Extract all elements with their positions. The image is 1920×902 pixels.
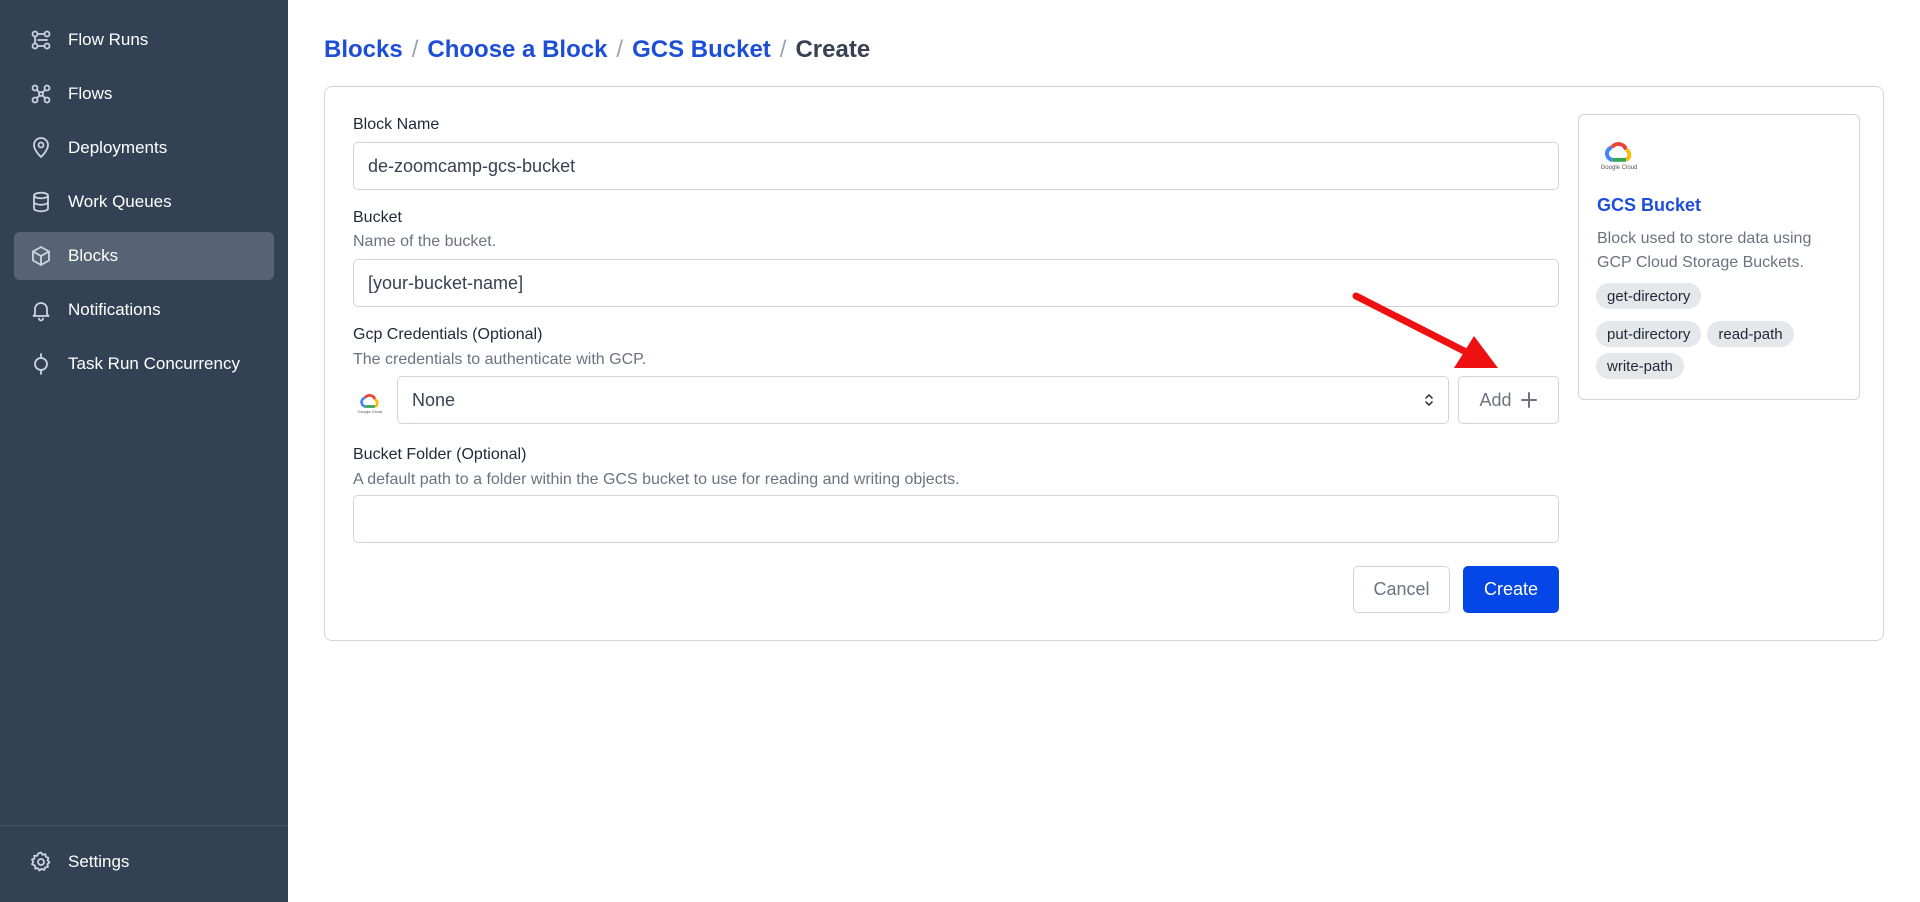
sidebar-item-deployments[interactable]: Deployments <box>14 124 274 172</box>
sidebar-item-label: Work Queues <box>68 192 172 211</box>
block-type-description: Block used to store data using GCP Cloud… <box>1597 230 1812 271</box>
capability-tags: get-directory put-directory read-path wr… <box>1596 283 1851 379</box>
bell-icon <box>28 297 54 323</box>
breadcrumb-link-blocks[interactable]: Blocks <box>324 36 403 64</box>
sidebar-item-notifications[interactable]: Notifications <box>14 286 274 334</box>
bucket-folder-label: Bucket Folder (Optional) <box>353 446 527 463</box>
sidebar-item-label: Settings <box>68 852 130 871</box>
database-icon <box>28 189 54 215</box>
gcp-credentials-selected-value: None <box>412 389 456 410</box>
capability-tag: get-directory <box>1596 283 1702 309</box>
bucket-folder-help-text: A default path to a folder within the GC… <box>353 471 960 488</box>
sidebar-item-label: Deployments <box>68 138 168 157</box>
sidebar-item-work-queues[interactable]: Work Queues <box>14 178 274 226</box>
breadcrumb-link-gcs-bucket[interactable]: GCS Bucket <box>632 36 771 64</box>
annotation-arrow-icon <box>1352 292 1498 368</box>
block-name-input[interactable] <box>353 142 1559 190</box>
gear-icon <box>28 849 54 875</box>
sidebar-item-flow-runs[interactable]: Flow Runs <box>14 16 274 64</box>
sidebar-nav: Flow Runs Flows Deployments Work Queues … <box>14 16 274 394</box>
breadcrumb: Blocks / Choose a Block / GCS Bucket / C… <box>324 36 870 64</box>
breadcrumb-separator: / <box>779 36 787 63</box>
chevron-up-down-icon <box>1425 394 1433 406</box>
sidebar-item-label: Blocks <box>68 246 119 265</box>
google-cloud-logo-icon: Google Cloud <box>1599 141 1639 181</box>
block-info-panel: Google Cloud GCS Bucket Block used to st… <box>1578 114 1860 400</box>
block-name-label: Block Name <box>353 116 440 133</box>
flows-icon <box>28 81 54 107</box>
google-cloud-logo-text: Google Cloud <box>357 408 383 414</box>
bucket-label: Bucket <box>353 209 402 226</box>
sidebar-item-settings[interactable]: Settings <box>14 838 274 886</box>
capability-tag: put-directory <box>1596 321 1702 347</box>
block-form-card: Block Name Bucket Name of the bucket. Gc… <box>324 86 1884 641</box>
google-cloud-logo-icon: Google Cloud <box>353 386 387 420</box>
bucket-folder-input[interactable] <box>353 495 1559 543</box>
flow-runs-icon <box>28 27 54 53</box>
breadcrumb-current: Create <box>795 36 871 63</box>
sidebar-divider <box>0 825 288 826</box>
bucket-help-text: Name of the bucket. <box>353 233 497 250</box>
cube-icon <box>28 243 54 269</box>
gcp-credentials-label: Gcp Credentials (Optional) <box>353 326 543 343</box>
capability-tag: read-path <box>1707 321 1794 347</box>
gcp-credentials-help-text: The credentials to authenticate with GCP… <box>353 351 647 368</box>
capability-tag: write-path <box>1596 353 1684 379</box>
sidebar-item-label: Flow Runs <box>68 30 149 49</box>
breadcrumb-link-choose-a-block[interactable]: Choose a Block <box>427 36 607 64</box>
google-cloud-logo-text: Google Cloud <box>1600 165 1638 171</box>
breadcrumb-separator: / <box>616 36 624 63</box>
gcp-credentials-select[interactable]: None <box>397 376 1449 424</box>
concurrency-icon <box>28 351 54 377</box>
breadcrumb-separator: / <box>411 36 419 63</box>
add-button-label: Add <box>1479 389 1512 410</box>
sidebar-item-label: Notifications <box>68 300 161 319</box>
create-button[interactable]: Create <box>1463 566 1559 613</box>
sidebar-item-blocks[interactable]: Blocks <box>14 232 274 280</box>
sidebar-item-task-run-concurrency[interactable]: Task Run Concurrency <box>14 340 274 388</box>
sidebar-item-label: Task Run Concurrency <box>68 354 240 373</box>
add-credentials-button[interactable]: Add <box>1458 376 1559 424</box>
plus-icon <box>1520 392 1537 408</box>
block-type-title[interactable]: GCS Bucket <box>1597 195 1701 216</box>
sidebar-item-flows[interactable]: Flows <box>14 70 274 118</box>
location-pin-icon <box>28 135 54 161</box>
sidebar-item-label: Flows <box>68 84 113 103</box>
cancel-button[interactable]: Cancel <box>1353 566 1450 613</box>
sidebar: Flow Runs Flows Deployments Work Queues … <box>0 0 288 902</box>
